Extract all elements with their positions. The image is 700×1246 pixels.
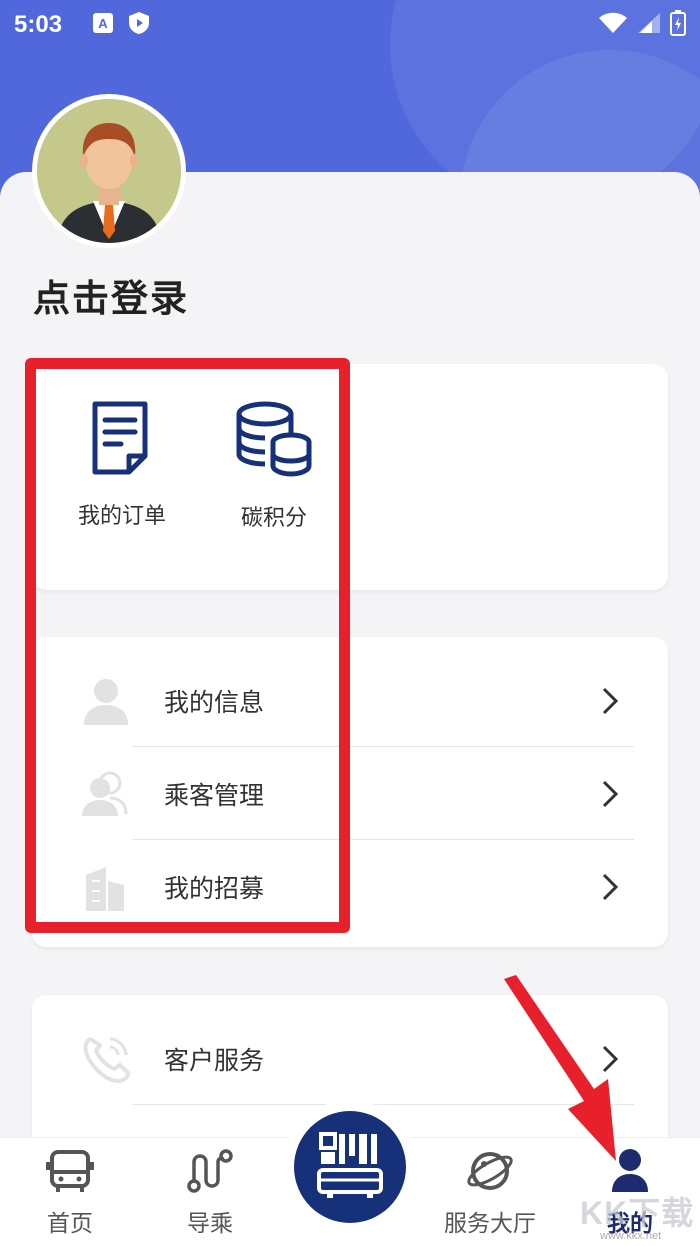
- passengers-icon: [80, 768, 132, 820]
- building-icon: [80, 861, 132, 913]
- tab-label: 服务大厅: [444, 1211, 536, 1237]
- menu-label: 乘客管理: [164, 780, 265, 810]
- user-icon: [80, 675, 132, 727]
- order-document-icon: [91, 400, 153, 480]
- phone-icon: [80, 1033, 132, 1085]
- wifi-icon: [598, 11, 628, 39]
- carbon-points-button[interactable]: 碳积分: [214, 400, 334, 532]
- menu-item-passenger-management[interactable]: 乘客管理: [32, 747, 668, 840]
- menu-label: 我的招募: [164, 873, 265, 903]
- default-avatar-icon: [37, 99, 181, 243]
- menu-item-my-recruitment[interactable]: 我的招募: [32, 840, 668, 933]
- carbon-points-label: 碳积分: [240, 506, 307, 531]
- annotation-arrow-icon: [504, 975, 616, 1161]
- shield-play-icon: [128, 11, 150, 39]
- watermark-logo: KK下载: [580, 1195, 695, 1231]
- status-time: 5:03: [14, 11, 63, 38]
- coin-stack-icon: [235, 400, 313, 482]
- chevron-right-icon: [600, 872, 620, 902]
- tab-home[interactable]: 首页: [15, 1148, 125, 1238]
- center-scan-button[interactable]: [283, 1100, 417, 1234]
- menu-label: 我的信息: [164, 687, 265, 717]
- chevron-right-icon: [600, 779, 620, 809]
- my-orders-button[interactable]: 我的订单: [62, 400, 182, 530]
- tab-guide[interactable]: 导乘: [155, 1148, 265, 1238]
- bus-icon: [46, 1148, 94, 1198]
- quick-actions-card: 我的订单 碳积分: [32, 364, 668, 590]
- tab-label: 导乘: [187, 1211, 233, 1237]
- route-icon: [186, 1148, 234, 1198]
- font-notification-icon: A: [92, 12, 114, 38]
- login-prompt[interactable]: 点击登录: [33, 268, 189, 322]
- chevron-right-icon: [600, 686, 620, 716]
- qr-bus-icon: [315, 1130, 385, 1204]
- battery-icon: [670, 10, 686, 40]
- avatar[interactable]: [32, 94, 186, 248]
- my-orders-label: 我的订单: [77, 504, 166, 529]
- status-bar: 5:03 A: [0, 0, 700, 50]
- menu-label: 客户服务: [164, 1045, 265, 1075]
- watermark-url: www.kkx.net: [600, 1230, 662, 1242]
- account-menu-card: 我的信息 乘客管理 我的招募: [32, 637, 668, 947]
- tab-label: 首页: [47, 1211, 93, 1237]
- svg-text:A: A: [98, 16, 108, 31]
- signal-icon: [636, 11, 662, 39]
- menu-item-my-info[interactable]: 我的信息: [32, 654, 668, 747]
